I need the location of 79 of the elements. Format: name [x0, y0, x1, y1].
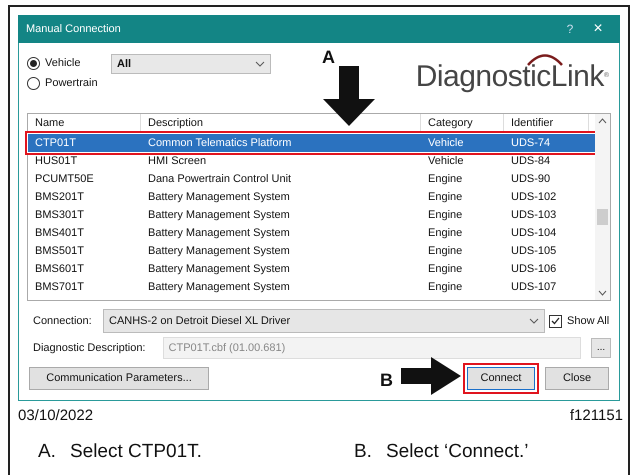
table-cell-text: UDS-102: [510, 190, 558, 205]
table-cell-text: Battery Management System: [147, 226, 291, 241]
table-row[interactable]: HUS01T HMI Screen Vehicle UDS-84: [28, 152, 595, 170]
table-cell-text: HUS01T: [34, 154, 78, 169]
radio-label: Powertrain: [45, 76, 98, 91]
table-cell-text: BMS601T: [34, 262, 85, 277]
table-cell-text: UDS-107: [510, 280, 558, 295]
caption-text: Select ‘Connect.’: [386, 440, 529, 464]
table-row[interactable]: BMS701T Battery Management System Engine UDS-107: [28, 278, 595, 296]
table-cell-text: CTP01T: [34, 136, 77, 151]
table-cell-text: UDS-106: [510, 262, 558, 277]
table-cell-text: UDS-104: [510, 226, 558, 241]
table-cell-text: Engine: [427, 226, 464, 241]
table-row[interactable]: BMS401T Battery Management System Engine UDS-104: [28, 224, 595, 242]
chevron-down-icon: [598, 290, 607, 296]
connection-dropdown[interactable]: CANHS-2 on Detroit Diesel XL Driver: [103, 309, 545, 333]
show-all-label: Show All: [567, 314, 610, 329]
caption-letter: B.: [354, 440, 372, 464]
table-row[interactable]: BMS301T Battery Management System Engine UDS-103: [28, 206, 595, 224]
table-row[interactable]: BMS501T Battery Management System Engine UDS-105: [28, 242, 595, 260]
arc-icon: [526, 52, 564, 66]
filter-dropdown[interactable]: All: [111, 54, 271, 74]
table-cell-text: Engine: [427, 172, 464, 187]
table-cell-text: UDS-103: [510, 208, 558, 223]
connection-label: Connection:: [32, 314, 93, 329]
table-cell-text: UDS-90: [510, 172, 552, 187]
table-cell-text: BMS701T: [34, 280, 85, 295]
table-row[interactable]: CTP01T Common Telematics Platform Vehicle UDS-74: [28, 134, 595, 152]
table-cell-text: Battery Management System: [147, 280, 291, 295]
callout-letter: A: [322, 46, 335, 69]
show-all-checkbox[interactable]: [549, 314, 562, 328]
dialog-button[interactable]: Communication Parameters...: [29, 366, 209, 390]
caption-text: Select CTP01T.: [70, 440, 202, 464]
table-cell-text: Battery Management System: [147, 208, 291, 223]
table-cell-text: Battery Management System: [147, 262, 291, 277]
table-cell-text: Engine: [427, 208, 464, 223]
callout-letter: B: [380, 369, 393, 392]
arrow-down-icon: [322, 66, 376, 126]
table-row[interactable]: BMS201T Battery Management System Engine UDS-102: [28, 188, 595, 206]
table-cell-text: BMS401T: [34, 226, 85, 241]
browse-button[interactable]: ...: [591, 338, 611, 358]
table-cell-text: Vehicle: [427, 154, 464, 169]
table-cell-text: BMS201T: [34, 190, 85, 205]
table-cell-text: UDS-105: [510, 244, 558, 259]
table-row[interactable]: BMS601T Battery Management System Engine UDS-106: [28, 260, 595, 278]
chevron-down-icon: [255, 61, 265, 67]
table-cell-text: BMS301T: [34, 208, 85, 223]
table-cell-text: Battery Management System: [147, 190, 291, 205]
dialog-button[interactable]: Close: [545, 366, 609, 390]
scrollbar[interactable]: [595, 114, 610, 300]
date-text: 03/10/2022: [18, 406, 94, 426]
chevron-down-icon: [529, 318, 539, 324]
scrollbar-thumb[interactable]: [597, 209, 608, 225]
radio-label: Vehicle: [45, 56, 80, 71]
chevron-up-icon: [598, 118, 607, 124]
table-cell-text: BMS501T: [34, 244, 85, 259]
figure-id: f121151: [570, 406, 623, 426]
radio-button[interactable]: [27, 56, 40, 70]
table-row[interactable]: PCUMT50E Dana Powertrain Control Unit Engine UDS-90: [28, 170, 595, 188]
diagnostic-description-label: Diagnostic Description:: [32, 340, 146, 356]
table-cell-text: Vehicle: [427, 136, 464, 151]
window-title: Manual Connection: [26, 22, 122, 37]
table-cell-text: Battery Management System: [147, 244, 291, 259]
table-cell-text: Engine: [427, 280, 464, 295]
table-cell-text: UDS-84: [510, 154, 552, 169]
checkmark-icon: [551, 317, 560, 325]
table-cell-text: Engine: [427, 262, 464, 277]
table-cell-text: Engine: [427, 244, 464, 259]
caption-letter: A.: [38, 440, 56, 464]
table-cell-text: Common Telematics Platform: [147, 136, 292, 151]
table-cell-text: HMI Screen: [147, 154, 208, 169]
close-button[interactable]: ×: [584, 17, 612, 41]
radio-button[interactable]: [27, 76, 40, 90]
table-cell-text: Dana Powertrain Control Unit: [147, 172, 292, 187]
arrow-right-icon: [401, 357, 461, 395]
table-cell-text: PCUMT50E: [34, 172, 95, 187]
logo-text: DiagnosticLink: [416, 59, 604, 95]
table-cell-text: UDS-74: [510, 136, 552, 151]
table-cell-text: Engine: [427, 190, 464, 205]
